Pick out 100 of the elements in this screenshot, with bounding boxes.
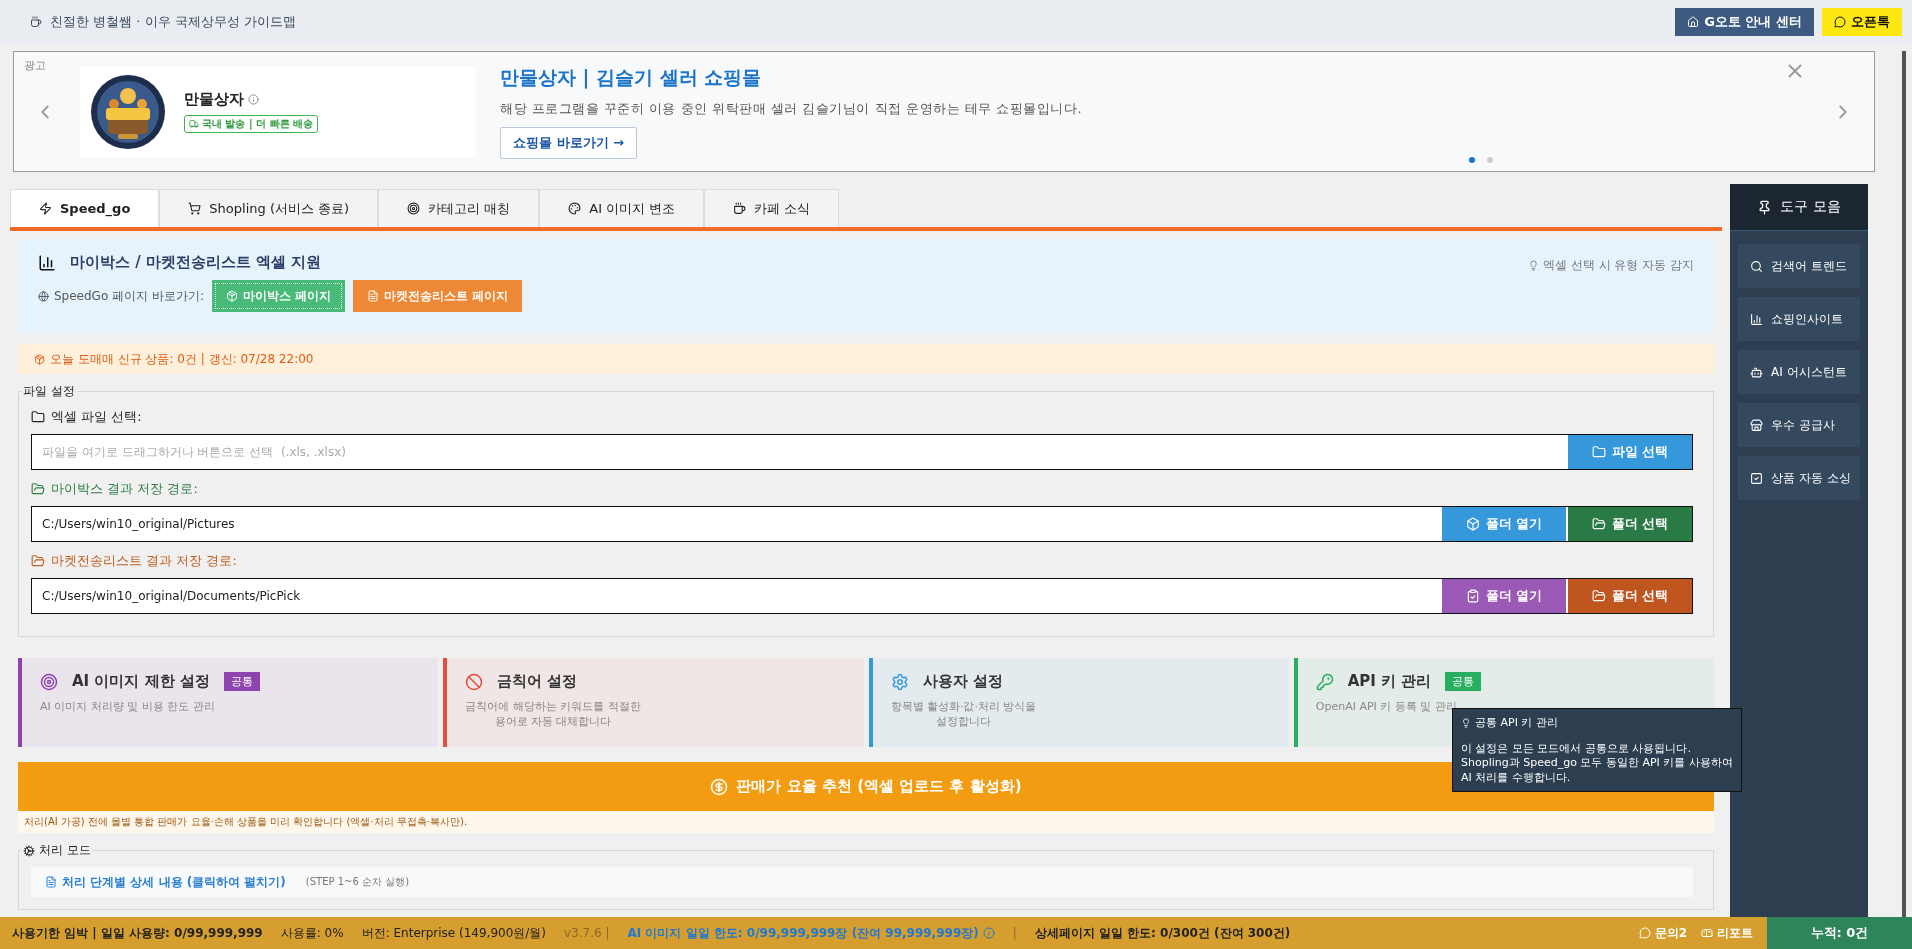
cup-icon [733, 202, 747, 215]
lightbulb-icon [1461, 717, 1471, 728]
store-icon [1750, 418, 1763, 432]
settings-card[interactable]: 금칙어 설정 금칙어에 해당하는 키워드를 적절한 용어로 자동 대체합니다 [443, 658, 864, 747]
top-bar-button[interactable]: G오토 안내 센터 [1675, 8, 1814, 36]
tab[interactable]: Speed_go [10, 189, 160, 227]
shipping-badge: 국내 발송 | 더 빠른 배송 [184, 115, 319, 133]
tab[interactable]: 카테고리 매칭 [378, 189, 540, 227]
ad-description: 해당 프로그램을 꾸준히 이용 중인 위탁판매 셀러 김슬기님이 직접 운영하는 테무 쇼핑몰입니다. [500, 99, 1083, 118]
house-icon [1687, 16, 1700, 28]
tooltip-title: 공통 API 키 관리 [1475, 715, 1558, 730]
bar-chart-icon [38, 253, 56, 272]
key-icon [1315, 672, 1334, 691]
status-text: 상세페이지 일일 한도: 0/300건 (잔여 300건) [1034, 924, 1291, 942]
sidebar-title: 도구 모음 [1780, 198, 1841, 216]
brand-name: 만물상자 [184, 90, 244, 109]
common-tag: 공통 [1445, 672, 1482, 691]
lightning-icon [39, 202, 52, 215]
checkbox-icon [1750, 471, 1763, 485]
shop-link-button[interactable]: 쇼핑몰 바로가기 → [500, 126, 637, 159]
folder-button[interactable]: 폴더 선택 [1566, 579, 1692, 613]
open-folder-icon [1591, 589, 1606, 603]
folder-button[interactable]: 폴더 선택 [1566, 507, 1692, 541]
tab[interactable]: 카페 소식 [704, 189, 840, 227]
open-folder-icon [1591, 517, 1606, 531]
hint-text: 엑셀 선택 시 유형 자동 감지 [1542, 257, 1694, 274]
folder-button[interactable]: 폴더 열기 [1440, 579, 1566, 613]
chat-bubble-icon [1638, 927, 1651, 939]
tab[interactable]: Shopling (서비스 종료) [159, 189, 379, 227]
app-title: 친절한 병철쌤 · 이우 국제상무성 가이드맵 [50, 13, 297, 31]
coin-icon [710, 777, 729, 796]
settings-card[interactable]: AI 이미지 제한 설정 공통 AI 이미지 처리량 및 비용 한도 관리 [18, 658, 439, 747]
palette-icon [568, 202, 582, 215]
robot-icon [1750, 365, 1763, 379]
status-text: | [1012, 926, 1017, 940]
gear-icon [23, 844, 35, 857]
status-text: 버전: Enterprise (149,900원/월) [361, 924, 547, 942]
sidebar-item[interactable]: 상품 자동 소싱 [1738, 456, 1860, 500]
path-field[interactable]: C:/Users/win10_original/Pictures 폴더 열기 폴더 선택 [31, 506, 1693, 542]
carousel-dot[interactable] [1487, 157, 1493, 163]
settings-card[interactable]: 사용자 설정 항목별 활성화·값·처리 방식을 설정합니다 [868, 658, 1289, 747]
notice-text: 오늘 도매매 신규 상품: 0건 | 갱신: 07/28 22:00 [50, 350, 314, 368]
panel-title: 마이박스 / 마켓전송리스트 엑셀 지원 [70, 253, 322, 272]
field-label: 마켓전송리스트 결과 저장 경로: [51, 552, 237, 570]
field-label: 마이박스 결과 저장 경로: [51, 480, 198, 498]
open-folder-icon [31, 554, 45, 568]
document-icon [45, 876, 57, 888]
card-title: API 키 관리 [1347, 672, 1432, 691]
sidebar-item[interactable]: AI 어시스턴트 [1738, 350, 1860, 394]
info-icon [982, 927, 995, 939]
steps-note: (STEP 1~6 순차 실행) [305, 875, 410, 889]
card-title: AI 이미지 제한 설정 [72, 672, 210, 691]
search-icon [1750, 259, 1763, 273]
info-icon [248, 94, 259, 105]
field-label: 엑셀 파일 선택: [51, 408, 142, 426]
carousel-dot[interactable] [1469, 157, 1475, 163]
package-icon [225, 290, 238, 302]
target-icon [40, 672, 58, 691]
total-count: 누적: 0건 [1767, 917, 1912, 949]
top-bar-button[interactable]: 오픈톡 [1822, 8, 1902, 36]
clipboard-icon [1465, 589, 1480, 603]
ad-title: 만물상자 | 김슬기 셀러 쇼핑몰 [500, 64, 762, 91]
folder-icon [31, 410, 45, 424]
truck-icon [189, 119, 199, 129]
gear-icon [890, 672, 909, 691]
document-icon [367, 290, 380, 302]
section-legend: 처리 모드 [39, 842, 91, 859]
cart-icon [188, 202, 202, 215]
box-icon [1465, 517, 1480, 531]
open-folder-icon [31, 482, 45, 496]
cup-icon [30, 16, 42, 28]
mailbox-icon [1701, 927, 1713, 939]
shortcut-label: SpeedGo 페이지 바로가기: [54, 287, 204, 305]
scrollbar[interactable] [1902, 51, 1906, 917]
chat-bubble-icon [1834, 16, 1846, 28]
folder-icon [1591, 445, 1606, 459]
sidebar-item[interactable]: 우수 공급사 [1738, 403, 1860, 447]
status-text: 사용기한 임박 | 일일 사용량: 0/99,999,999 [12, 924, 263, 942]
sidebar-item[interactable]: 쇼핑인사이트 [1738, 297, 1860, 341]
note-text: 처리(AI 가공) 전에 몰별 통합 판매가 요율·손해 상품을 미리 확인합니다 (엑셀·처리 무접촉·복사만). [24, 815, 468, 829]
status-text: v3.7.6 | [564, 926, 610, 940]
card-title: 금칙어 설정 [497, 672, 578, 691]
bar-chart-icon [1750, 312, 1763, 326]
prohibited-icon [465, 672, 484, 691]
card-description: 항목별 활성화·값·처리 방식을 설정합니다 [890, 699, 1037, 729]
path-field[interactable]: C:/Users/win10_original/Documents/PicPick 폴더 열기 폴더 선택 [31, 578, 1693, 614]
lightbulb-icon [1527, 260, 1539, 271]
target-icon [407, 202, 421, 215]
status-text: AI 이미지 일일 한도: 0/99,999,999장 (잔여 99,999,999장) [627, 924, 979, 942]
package-icon [34, 353, 45, 365]
status-text: 사용률: 0% [280, 924, 344, 942]
steps-link[interactable]: 처리 단계별 상세 내용 (클릭하여 펼치기) [45, 873, 286, 891]
sidebar-item[interactable]: 검색어 트렌드 [1738, 244, 1860, 288]
tab[interactable]: AI 이미지 변조 [539, 189, 705, 227]
common-tag: 공통 [223, 672, 260, 691]
card-title: 사용자 설정 [922, 672, 1003, 691]
card-description: AI 이미지 처리량 및 비용 한도 관리 [40, 699, 215, 714]
globe-icon [38, 290, 49, 302]
section-legend: 파일 설정 [23, 383, 75, 400]
pin-icon [1757, 199, 1773, 215]
